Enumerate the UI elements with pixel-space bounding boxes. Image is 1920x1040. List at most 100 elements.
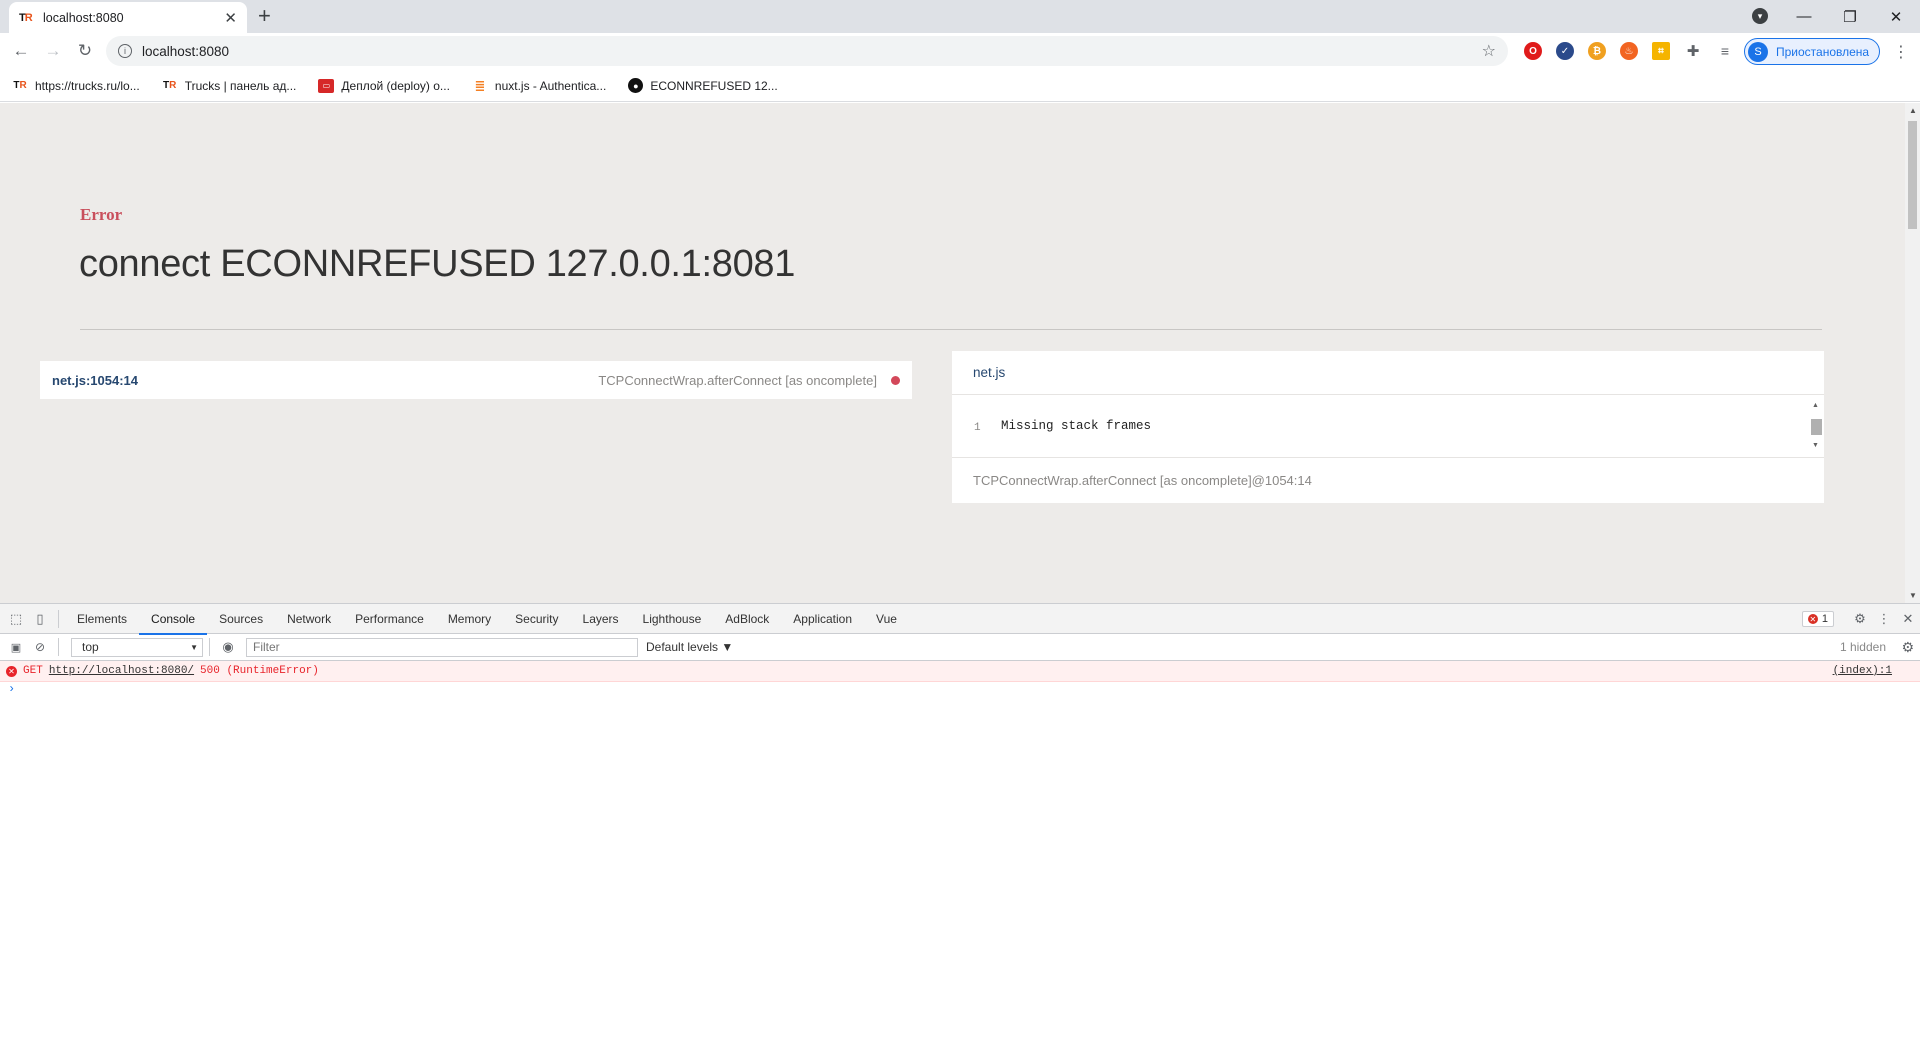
profile-status: Приостановлена [1776,44,1870,59]
tab-elements[interactable]: Elements [65,604,139,634]
github-favicon-icon: ● [628,78,644,93]
monitor-favicon-icon: ▭ [318,78,335,93]
tab-adblock[interactable]: AdBlock [713,604,781,634]
devtools-panel: ⬚ ▯ Elements Console Sources Network Per… [0,603,1920,1040]
source-code: 1 Missing stack frames ▲ ▼ [952,395,1824,458]
bookmark-item[interactable]: ● ECONNREFUSED 12... [628,78,778,93]
filter-input[interactable]: Filter [246,637,638,657]
page-scrollbar[interactable]: ▲ ▼ [1905,103,1920,603]
tab-sources[interactable]: Sources [207,604,275,634]
frame-function: TCPConnectWrap.afterConnect [as oncomple… [598,372,877,388]
source-panel: net.js 1 Missing stack frames ▲ ▼ TCPCon… [952,351,1824,503]
eye-icon[interactable]: ◉ [216,635,240,659]
tab-favicon: TR [19,11,33,24]
profile-button[interactable]: S Приостановлена [1744,38,1880,65]
bookmark-star-icon[interactable]: ☆ [1482,41,1496,61]
tab-lighthouse[interactable]: Lighthouse [631,604,714,634]
scroll-down-icon[interactable]: ▼ [1812,442,1819,449]
frame-file: net.js:1054:14 [52,372,138,388]
bookmark-item[interactable]: TR Trucks | панель ад... [162,79,296,93]
opera-extension-icon[interactable]: O [1524,42,1542,60]
trucks-favicon-icon: TR [163,80,177,91]
tab-strip: TR localhost:8080 ✕ + ▾ — ❐ ✕ [0,0,1920,33]
source-filename: net.js [952,351,1824,395]
error-message: connect ECONNREFUSED 127.0.0.1:8081 [79,243,796,285]
console-prompt[interactable]: › [0,682,1920,700]
console-settings-gear-icon[interactable]: ⚙ [1901,639,1914,656]
minimize-icon[interactable]: — [1781,0,1827,33]
error-label: Error [80,205,123,224]
tab-network[interactable]: Network [275,604,343,634]
error-icon: ✕ [6,665,17,677]
fire-extension-icon[interactable]: ♨ [1620,42,1638,60]
divider [209,638,210,656]
tab-performance[interactable]: Performance [343,604,436,634]
stackoverflow-favicon-icon: ≣ [474,77,486,93]
close-devtools-icon[interactable]: ✕ [1896,607,1920,631]
shield-extension-icon[interactable]: ✓ [1556,42,1574,60]
request-method: GET [23,665,43,677]
error-count-badge[interactable]: ✕ 1 [1801,611,1834,627]
log-levels-dropdown[interactable]: Default levels ▼ [646,640,733,654]
bookmark-item[interactable]: ≣ nuxt.js - Authentica... [472,77,606,93]
site-info-icon[interactable]: i [118,44,132,58]
extensions-puzzle-icon[interactable]: ✚ [1684,42,1702,60]
chevron-down-icon: ▼ [190,642,198,652]
close-tab-icon[interactable]: ✕ [224,9,237,27]
back-icon[interactable]: ← [10,41,32,61]
sidebar-toggle-icon[interactable]: ▣ [4,635,28,659]
context-select[interactable]: top ▼ [71,637,203,657]
tab-console[interactable]: Console [139,604,208,635]
url-text: localhost:8080 [142,43,230,59]
tab-layers[interactable]: Layers [571,604,631,634]
more-options-icon[interactable]: ⋮ [1872,607,1896,631]
close-window-icon[interactable]: ✕ [1873,0,1919,33]
browser-tab[interactable]: TR localhost:8080 ✕ [9,2,247,33]
scroll-up-icon[interactable]: ▲ [1812,402,1819,409]
stack-frame-item[interactable]: net.js:1054:14 TCPConnectWrap.afterConne… [40,361,912,399]
tab-vue[interactable]: Vue [864,604,909,634]
code-scrollbar[interactable]: ▲ ▼ [1810,402,1822,452]
coin-extension-icon[interactable]: ₿ [1588,42,1606,60]
scroll-thumb[interactable] [1908,121,1917,229]
address-bar[interactable]: i localhost:8080 ☆ [106,36,1508,66]
frame-marker-dot [891,375,900,385]
request-url-link[interactable]: http://localhost:8080/ [49,665,194,677]
divider [58,638,59,656]
divider [80,329,1822,330]
console-filter-bar: ▣ ⊘ top ▼ ◉ Filter Default levels ▼ 1 hi… [0,634,1920,661]
bookmark-item[interactable]: ▭ Деплой (deploy) о... [318,78,450,93]
media-control-icon[interactable]: ≡ [1716,42,1734,60]
new-tab-icon[interactable]: + [258,4,271,28]
request-status: 500 (RuntimeError) [200,665,319,677]
divider [58,609,59,628]
restore-icon[interactable]: ❐ [1827,0,1873,33]
crop-extension-icon[interactable]: ⌗ [1652,42,1670,60]
page-viewport: Error connect ECONNREFUSED 127.0.0.1:808… [0,103,1905,603]
source-link[interactable]: (index):1 [1833,665,1892,677]
devtools-tabbar: ⬚ ▯ Elements Console Sources Network Per… [0,604,1920,635]
settings-gear-icon[interactable]: ⚙ [1848,607,1872,631]
tab-application[interactable]: Application [781,604,864,634]
trucks-favicon-icon: TR [13,80,27,91]
hidden-count: 1 hidden [1839,640,1886,654]
devtools-actions: ✕ 1 ⚙ ⋮ ✕ [1801,604,1920,634]
forward-icon[interactable]: → [42,41,64,61]
tab-memory[interactable]: Memory [436,604,503,634]
reload-icon[interactable]: ↻ [74,41,96,61]
tab-title: localhost:8080 [43,10,124,25]
device-toolbar-icon[interactable]: ▯ [28,607,52,631]
scroll-thumb[interactable] [1811,419,1822,435]
inspect-element-icon[interactable]: ⬚ [4,607,28,631]
tab-security[interactable]: Security [503,604,570,634]
console-error-message: ✕ GET http://localhost:8080/ 500 (Runtim… [0,661,1920,682]
error-icon: ✕ [1807,614,1818,624]
clear-console-icon[interactable]: ⊘ [28,635,52,659]
tab-search-icon[interactable]: ▾ [1752,8,1768,24]
code-line: Missing stack frames [1001,419,1152,433]
avatar: S [1748,41,1768,62]
browser-menu-icon[interactable]: ⋮ [1893,42,1909,62]
scroll-down-icon[interactable]: ▼ [1909,591,1917,600]
bookmark-item[interactable]: TR https://trucks.ru/lo... [12,79,139,93]
scroll-up-icon[interactable]: ▲ [1909,106,1917,115]
